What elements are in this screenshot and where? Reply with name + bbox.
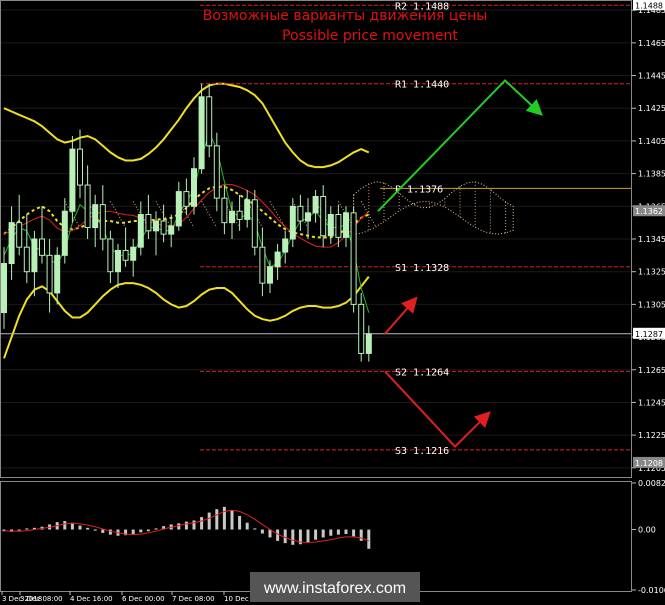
y-tick-label: 1.1265 (638, 366, 665, 375)
candle-body (137, 213, 144, 248)
candle-body (122, 249, 129, 261)
candle-body (305, 212, 311, 222)
y-tick-label: 1.1345 (638, 235, 665, 244)
macd-y-tick-label: -0.01068 (638, 586, 665, 595)
candle-body (206, 96, 213, 147)
candle-body (350, 212, 357, 305)
candle-body (8, 222, 15, 265)
x-tick-label: 7 Dec 08:00 (172, 595, 215, 603)
candle-body (107, 238, 114, 273)
macd-y-tick-label: 0.00 (638, 526, 656, 535)
chart-subtitle: Possible price movement (282, 28, 458, 44)
price-tag-label: 1.1488 (635, 1, 663, 10)
candle-body (274, 251, 281, 268)
price-tag-label: 1.1362 (635, 207, 663, 216)
y-tick-label: 1.1245 (638, 398, 665, 407)
candle-body (92, 204, 99, 229)
candle-body (244, 199, 251, 220)
x-tick-label: 4 Dec 16:00 (70, 595, 113, 603)
y-tick-label: 1.1305 (638, 300, 665, 309)
candle-body (183, 191, 190, 207)
candle-body (343, 212, 349, 238)
price-tag-label: 1.1208 (635, 459, 663, 468)
candle-body (236, 210, 243, 220)
level-label-s3: S3 1.1216 (395, 446, 449, 457)
candle-body (289, 205, 296, 240)
candle-body (39, 238, 45, 256)
candle-body (175, 191, 182, 227)
y-tick-label: 1.1325 (638, 268, 665, 277)
y-tick-label: 1.1385 (638, 170, 665, 179)
candle-body (358, 303, 365, 354)
macd-y-tick-label: 0.00822 (638, 479, 665, 488)
candle-body (84, 184, 91, 229)
y-tick-label: 1.1425 (638, 104, 665, 113)
candle-body (297, 205, 304, 222)
candle-body (160, 220, 167, 235)
candle-body (191, 168, 197, 207)
candle-body (221, 197, 228, 224)
candle-body (312, 196, 319, 214)
candle-body (168, 225, 175, 235)
y-tick-label: 1.1225 (638, 431, 665, 440)
candle-body (54, 254, 61, 294)
candle-body (23, 246, 30, 273)
candle-body (229, 210, 235, 224)
candle-body (31, 238, 38, 273)
y-tick-label: 1.1465 (638, 39, 665, 48)
candle-body (145, 213, 152, 232)
candle-body (259, 246, 266, 284)
price-chart: R2 1.1488R1 1.1440P 1.1376S1 1.1328S2 1.… (0, 0, 665, 605)
price-tag-label: 1.1287 (635, 330, 663, 339)
candle-body (335, 213, 342, 238)
candle-body (61, 210, 68, 256)
candle-body (198, 96, 205, 170)
candle-body (320, 196, 327, 237)
candle-body (327, 213, 334, 237)
candle-body (99, 204, 106, 240)
candle-body (365, 333, 372, 354)
watermark: www.instaforex.com (263, 580, 406, 597)
candle-body (69, 148, 76, 212)
candle-body (213, 145, 220, 199)
candle-body (16, 222, 23, 248)
level-label-s1: S1 1.1328 (395, 263, 449, 274)
candle-body (282, 238, 289, 253)
level-label-s2: S2 1.1264 (395, 367, 449, 378)
candle-body (1, 263, 7, 314)
candle-body (267, 266, 273, 284)
y-tick-label: 1.1445 (638, 72, 665, 81)
candle-body (130, 246, 137, 261)
y-tick-label: 1.1405 (638, 137, 665, 146)
x-tick-label: 3 Dec 08:00 (20, 595, 63, 603)
x-tick-label: 6 Dec 00:00 (122, 595, 165, 603)
candle-body (46, 254, 53, 294)
chart-title: Возможные варианты движения цены (203, 8, 488, 24)
candle-body (251, 199, 258, 248)
level-label-r1: R1 1.1440 (395, 80, 449, 91)
candle-body (115, 249, 121, 273)
candle-body (153, 220, 159, 232)
candle-body (77, 148, 83, 186)
chart-background (0, 0, 665, 605)
